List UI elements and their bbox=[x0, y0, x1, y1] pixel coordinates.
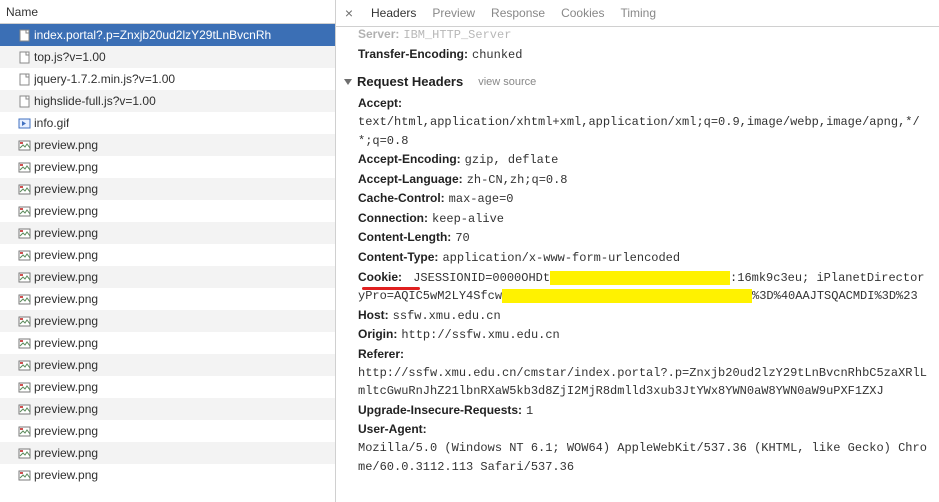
header-row: Origin:http://ssfw.xmu.edu.cn bbox=[358, 325, 931, 345]
chevron-down-icon[interactable] bbox=[344, 79, 352, 85]
file-name: index.portal?.p=Znxjb20ud2lzY29tLnBvcnRh bbox=[34, 28, 271, 42]
header-row: Accept-Encoding:gzip, deflate bbox=[358, 150, 931, 170]
file-row[interactable]: preview.png bbox=[0, 442, 335, 464]
header-row: Referer:http://ssfw.xmu.edu.cn/cmstar/in… bbox=[358, 345, 931, 401]
file-row[interactable]: preview.png bbox=[0, 222, 335, 244]
image-icon bbox=[18, 403, 31, 416]
file-row[interactable]: top.js?v=1.00 bbox=[0, 46, 335, 68]
close-icon[interactable]: × bbox=[342, 6, 356, 20]
header-row: Transfer-Encoding: chunked bbox=[358, 45, 931, 65]
header-row: User-Agent:Mozilla/5.0 (Windows NT 6.1; … bbox=[358, 420, 931, 476]
image-icon bbox=[18, 161, 31, 174]
file-name: preview.png bbox=[34, 182, 98, 196]
image-icon bbox=[18, 381, 31, 394]
file-row[interactable]: preview.png bbox=[0, 376, 335, 398]
file-name: preview.png bbox=[34, 402, 98, 416]
image-icon bbox=[18, 249, 31, 262]
file-name: preview.png bbox=[34, 358, 98, 372]
file-name: preview.png bbox=[34, 248, 98, 262]
image-icon bbox=[18, 293, 31, 306]
file-row[interactable]: preview.png bbox=[0, 354, 335, 376]
file-row[interactable]: preview.png bbox=[0, 156, 335, 178]
file-row[interactable]: preview.png bbox=[0, 134, 335, 156]
image-icon bbox=[18, 227, 31, 240]
tab-cookies[interactable]: Cookies bbox=[560, 4, 605, 22]
file-name: preview.png bbox=[34, 270, 98, 284]
headers-content[interactable]: Server: IBM_HTTP_Server Transfer-Encodin… bbox=[336, 27, 939, 502]
file-name: preview.png bbox=[34, 138, 98, 152]
file-row[interactable]: preview.png bbox=[0, 398, 335, 420]
header-row: Content-Length:70 bbox=[358, 228, 931, 248]
view-source-link[interactable]: view source bbox=[478, 74, 536, 91]
file-name: highslide-full.js?v=1.00 bbox=[34, 94, 156, 108]
image-icon bbox=[18, 425, 31, 438]
file-row[interactable]: preview.png bbox=[0, 288, 335, 310]
file-name: preview.png bbox=[34, 446, 98, 460]
image-icon bbox=[18, 469, 31, 482]
file-row[interactable]: preview.png bbox=[0, 464, 335, 486]
file-name: preview.png bbox=[34, 380, 98, 394]
file-name: info.gif bbox=[34, 116, 69, 130]
image-icon bbox=[18, 183, 31, 196]
header-row: Cache-Control:max-age=0 bbox=[358, 189, 931, 209]
header-row: Host:ssfw.xmu.edu.cn bbox=[358, 306, 931, 326]
header-row: Accept-Language:zh-CN,zh;q=0.8 bbox=[358, 170, 931, 190]
file-name: preview.png bbox=[34, 424, 98, 438]
request-headers-section: Request Headers view source Accept:text/… bbox=[344, 72, 931, 476]
image-icon bbox=[18, 447, 31, 460]
document-icon bbox=[18, 51, 31, 64]
file-row[interactable]: preview.png bbox=[0, 332, 335, 354]
file-name: jquery-1.7.2.min.js?v=1.00 bbox=[34, 72, 175, 86]
details-panel: × Headers Preview Response Cookies Timing Se… bbox=[336, 0, 939, 502]
annotation-underline bbox=[362, 287, 420, 290]
tab-preview[interactable]: Preview bbox=[431, 4, 476, 22]
header-row: Accept:text/html,application/xhtml+xml,a… bbox=[358, 94, 931, 150]
file-row[interactable]: preview.png bbox=[0, 266, 335, 288]
file-name: top.js?v=1.00 bbox=[34, 50, 106, 64]
file-name: preview.png bbox=[34, 226, 98, 240]
file-name: preview.png bbox=[34, 468, 98, 482]
tab-headers[interactable]: Headers bbox=[370, 4, 417, 22]
file-row[interactable]: preview.png bbox=[0, 200, 335, 222]
document-icon bbox=[18, 29, 31, 42]
image-icon bbox=[18, 359, 31, 372]
cookie-header-row: Cookie: JSESSIONID=0000OHDt:16mk9c3eu; i… bbox=[358, 268, 931, 306]
file-row[interactable]: preview.png bbox=[0, 420, 335, 442]
file-name: preview.png bbox=[34, 160, 98, 174]
image-icon bbox=[18, 337, 31, 350]
image-icon bbox=[18, 139, 31, 152]
file-row[interactable]: index.portal?.p=Znxjb20ud2lzY29tLnBvcnRh bbox=[0, 24, 335, 46]
file-name: preview.png bbox=[34, 292, 98, 306]
image-icon bbox=[18, 315, 31, 328]
name-column-header[interactable]: Name bbox=[0, 0, 335, 24]
document-icon bbox=[18, 73, 31, 86]
tab-response[interactable]: Response bbox=[490, 4, 546, 22]
section-title: Request Headers bbox=[357, 72, 463, 92]
file-name: preview.png bbox=[34, 314, 98, 328]
image-icon bbox=[18, 205, 31, 218]
gif-icon bbox=[18, 117, 31, 130]
file-row[interactable]: info.gif bbox=[0, 112, 335, 134]
file-row[interactable]: jquery-1.7.2.min.js?v=1.00 bbox=[0, 68, 335, 90]
file-name: preview.png bbox=[34, 204, 98, 218]
file-name: preview.png bbox=[34, 336, 98, 350]
details-tabstrip: × Headers Preview Response Cookies Timing bbox=[336, 0, 939, 27]
file-row[interactable]: highslide-full.js?v=1.00 bbox=[0, 90, 335, 112]
file-row[interactable]: preview.png bbox=[0, 178, 335, 200]
header-row: Content-Type:application/x-www-form-urle… bbox=[358, 248, 931, 268]
header-row: Upgrade-Insecure-Requests:1 bbox=[358, 401, 931, 421]
file-row[interactable]: preview.png bbox=[0, 310, 335, 332]
document-icon bbox=[18, 95, 31, 108]
redacted-highlight bbox=[550, 271, 730, 285]
image-icon bbox=[18, 271, 31, 284]
redacted-highlight bbox=[502, 289, 752, 303]
network-file-panel: Name index.portal?.p=Znxjb20ud2lzY29tLnB… bbox=[0, 0, 336, 502]
file-list[interactable]: index.portal?.p=Znxjb20ud2lzY29tLnBvcnRh… bbox=[0, 24, 335, 502]
tab-timing[interactable]: Timing bbox=[619, 4, 657, 22]
header-row: Server: IBM_HTTP_Server bbox=[358, 27, 931, 45]
header-row: Connection:keep-alive bbox=[358, 209, 931, 229]
file-row[interactable]: preview.png bbox=[0, 244, 335, 266]
